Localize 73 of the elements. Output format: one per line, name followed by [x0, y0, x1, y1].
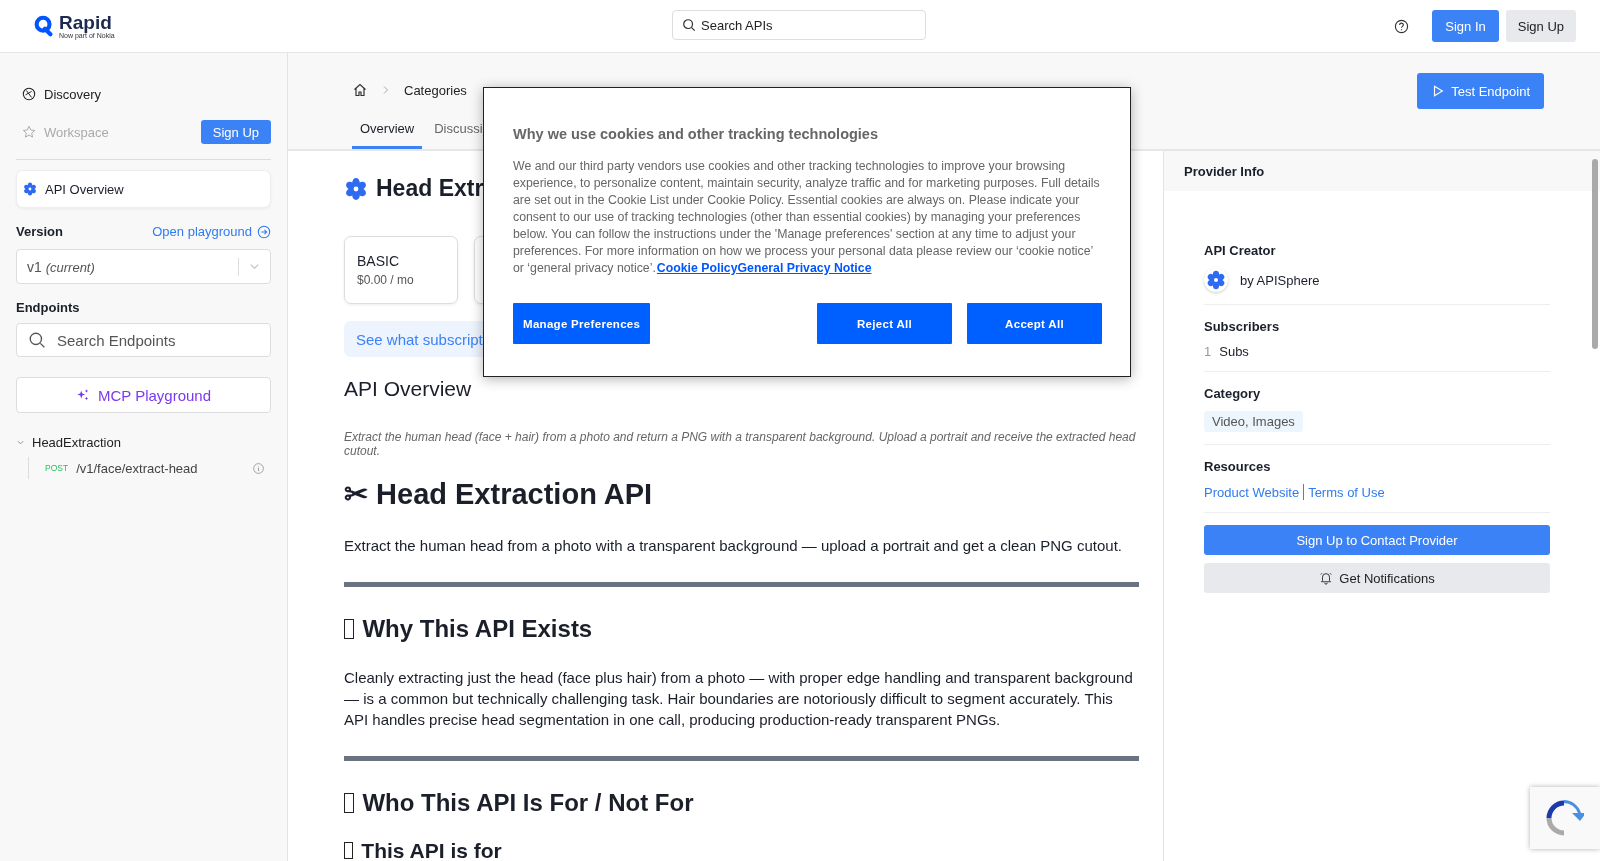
- help-icon[interactable]: [1394, 18, 1410, 34]
- section-heading: API Overview: [344, 377, 473, 401]
- home-icon[interactable]: [352, 82, 368, 98]
- sign-up-button[interactable]: Sign Up: [1505, 10, 1576, 42]
- search-field[interactable]: Search APIs: [672, 10, 926, 40]
- policy-link[interactable]: General Privacy Notice: [737, 261, 872, 275]
- api-summary: Extract the human head (face + hair) from a photo and return a PNG with a transparent background. Upload a portrait and receive the extracted head cutout.: [344, 431, 1137, 459]
- reject-all-button[interactable]: Reject All: [817, 303, 952, 344]
- breadcrumb-link[interactable]: Categories: [404, 82, 467, 98]
- rapid-logo-icon: [33, 15, 55, 37]
- sign-up-button[interactable]: Sign Up: [200, 120, 271, 144]
- panel-title: Provider Info: [1184, 163, 1265, 179]
- endpoint-search-field[interactable]: Search Endpoints: [16, 323, 271, 357]
- api-overview-item[interactable]: API Overview: [16, 170, 271, 208]
- arrow-circle-icon: [257, 224, 271, 239]
- search-icon: [28, 331, 46, 349]
- notifications-button[interactable]: Get Notifications: [1204, 563, 1550, 593]
- plan-name: BASIC: [357, 253, 400, 269]
- version-label: Version: [16, 224, 63, 239]
- dialog-title: Why we use cookies and other tracking technologies: [513, 126, 879, 142]
- endpoint-item[interactable]: /v1/face/extract-head: [76, 460, 198, 476]
- compass-icon: [22, 87, 36, 101]
- creator-name[interactable]: by APISphere: [1240, 272, 1320, 288]
- endpoints-label: Endpoints: [16, 300, 81, 315]
- mcp-playground-button[interactable]: MCP Playground: [16, 377, 271, 413]
- doc-heading: Why This API Exists: [362, 614, 593, 643]
- sign-in-button[interactable]: Sign In: [1432, 10, 1499, 42]
- tab[interactable]: Overview: [352, 113, 423, 149]
- open-playground-link[interactable]: Open playground: [152, 224, 271, 239]
- chevron-down-icon: [16, 438, 25, 447]
- plan-price: $0.00 / mo: [357, 273, 415, 287]
- section-label: Category: [1204, 386, 1262, 401]
- version-select[interactable]: v1 (current): [16, 249, 271, 284]
- api-title: Head Extr: [376, 175, 484, 202]
- plan-card[interactable]: BASIC $0.00 / mo: [344, 236, 458, 304]
- http-method-tag: POST: [45, 463, 69, 473]
- missing-glyph-icon: [344, 792, 355, 813]
- logo-name: Rapid: [59, 13, 113, 32]
- section-label: Resources: [1204, 459, 1272, 474]
- play-icon: [1431, 84, 1446, 98]
- doc-heading: Who This API Is For / Not For: [362, 788, 694, 817]
- subscription-link[interactable]: See what subscript: [356, 330, 483, 348]
- section-label: API Creator: [1204, 243, 1277, 258]
- tab[interactable]: Discussi: [426, 113, 491, 149]
- test-endpoint-button[interactable]: Test Endpoint: [1417, 73, 1544, 109]
- doc-heading: ✂ Head Extraction API: [344, 476, 653, 511]
- contact-provider-button[interactable]: Sign Up to Contact Provider: [1204, 525, 1550, 555]
- chevron-right-icon: [382, 85, 390, 95]
- subscriber-unit: Subs: [1219, 344, 1249, 359]
- doc-paragraph: Cleanly extracting just the head (face plus hair) from a photo — with proper edge handling and transparent background — is a common but technically challenging task. Hair boundaries are notoriously difficult to segment accurately. This API handles precise head segmentation in one call, producing production-ready transparent PNGs.: [344, 667, 1134, 730]
- bell-icon: [1319, 571, 1334, 585]
- missing-glyph-icon: [344, 841, 354, 860]
- category-tag[interactable]: Video, Images: [1204, 411, 1303, 432]
- doc-paragraph: Extract the human head from a photo with a transparent background — upload a portrait and get a clean PNG cutout.: [344, 535, 1123, 556]
- resource-link[interactable]: Terms of Use: [1308, 484, 1385, 500]
- accept-all-button[interactable]: Accept All: [967, 303, 1102, 344]
- manage-preferences-button[interactable]: Manage Preferences: [513, 303, 651, 344]
- flower-logo-icon: [23, 182, 37, 196]
- recaptcha-arrows-icon: [1544, 798, 1584, 838]
- section-label: Subscribers: [1204, 319, 1281, 334]
- flower-logo-icon: [344, 176, 368, 201]
- search-icon: [682, 18, 696, 32]
- sparkle-icon: [75, 388, 90, 402]
- subscriber-count: 1: [1204, 344, 1212, 359]
- chevron-down-icon: [249, 261, 260, 272]
- cookie-notice-text: We and our third party vendors use cookies and other tracking technologies to improve your browsing experience, to personalize content, maintain security, analyze traffic and for marketing purposes. Full details are set out in the Cookie List under Cookie Policy. Essential cookies are always on. Please indicate your consent to our use of tracking technologies (other than essential cookies) by managing your preferences below. You can follow the instructions under the 'Manage preferences' section at any time to adjust your preferences. For more information on how we process your personal data please review our ‘cookie notice’ or ‘general privacy notice’.Cookie PolicyGeneral Privacy Notice: [513, 158, 1101, 277]
- endpoint-group[interactable]: HeadExtraction: [16, 435, 271, 450]
- missing-glyph-icon: [344, 618, 355, 639]
- star-icon: [22, 125, 36, 139]
- policy-link[interactable]: Cookie Policy: [656, 261, 738, 275]
- sidebar-nav-item[interactable]: Discovery: [16, 86, 102, 102]
- resource-link[interactable]: Product Website: [1204, 484, 1300, 500]
- doc-subheading: This API is for: [361, 838, 502, 861]
